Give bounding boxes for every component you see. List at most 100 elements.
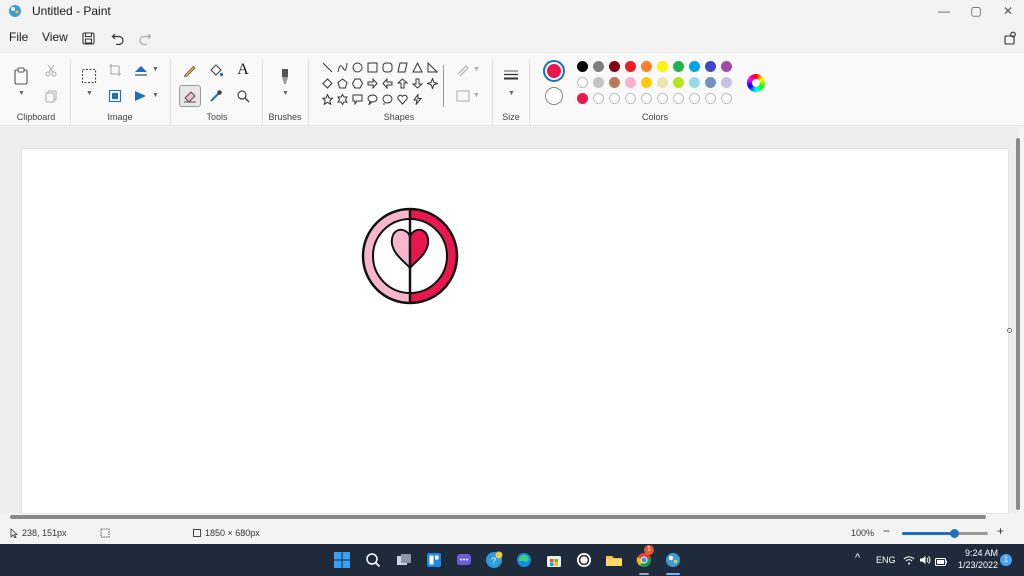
fill-icon[interactable] xyxy=(205,59,227,81)
palette-swatch[interactable] xyxy=(577,61,588,72)
palette-swatch[interactable] xyxy=(673,77,684,88)
palette-swatch[interactable] xyxy=(673,93,684,104)
palette-swatch[interactable] xyxy=(641,61,652,72)
brush-icon[interactable] xyxy=(274,65,296,87)
maximize-button[interactable]: ▢ xyxy=(960,0,992,22)
palette-swatch[interactable] xyxy=(609,61,620,72)
rect-callout-shape-icon[interactable] xyxy=(350,92,365,107)
start-button-icon[interactable] xyxy=(332,550,352,570)
palette-swatch[interactable] xyxy=(657,77,668,88)
five-point-star-shape-icon[interactable] xyxy=(320,92,335,107)
pencil-icon[interactable] xyxy=(179,59,201,81)
secondary-color-swatch[interactable] xyxy=(545,87,563,105)
chat-icon[interactable] xyxy=(454,550,474,570)
notification-count-badge[interactable]: 1 xyxy=(1000,554,1012,566)
shape-fill-icon[interactable] xyxy=(452,85,474,107)
up-arrow-shape-icon[interactable] xyxy=(395,76,410,91)
resize-icon[interactable] xyxy=(104,85,126,107)
share-icon[interactable] xyxy=(1000,28,1020,48)
chrome-browser-icon[interactable]: 1 xyxy=(634,545,654,570)
wifi-icon[interactable] xyxy=(903,554,915,568)
palette-swatch[interactable] xyxy=(593,77,604,88)
language-indicator[interactable]: ENG xyxy=(876,555,896,565)
palette-swatch[interactable] xyxy=(593,93,604,104)
save-icon[interactable] xyxy=(78,28,98,48)
palette-swatch[interactable] xyxy=(721,93,732,104)
brushes-chevron-icon[interactable]: ▼ xyxy=(282,90,289,97)
widgets-icon[interactable] xyxy=(424,550,444,570)
paste-chevron-icon[interactable]: ▼ xyxy=(18,90,25,97)
down-arrow-shape-icon[interactable] xyxy=(410,76,425,91)
palette-swatch[interactable] xyxy=(657,93,668,104)
text-tool-icon[interactable]: A xyxy=(232,59,254,81)
crop-icon[interactable] xyxy=(104,59,126,81)
paste-icon[interactable] xyxy=(10,65,32,87)
outline-icon[interactable] xyxy=(452,59,474,81)
oval-callout-shape-icon[interactable] xyxy=(365,92,380,107)
volume-icon[interactable] xyxy=(919,554,931,568)
palette-swatch[interactable] xyxy=(609,77,620,88)
palette-swatch[interactable] xyxy=(689,93,700,104)
redo-icon[interactable] xyxy=(135,28,155,48)
zoom-out-icon[interactable]: − xyxy=(883,524,890,538)
edge-browser-icon[interactable] xyxy=(514,550,534,570)
polygon-shape-icon[interactable] xyxy=(395,60,410,75)
app-circle-icon[interactable] xyxy=(574,550,594,570)
diamond-shape-icon[interactable] xyxy=(320,76,335,91)
zoom-slider[interactable] xyxy=(902,529,988,538)
palette-swatch[interactable] xyxy=(641,77,652,88)
palette-swatch[interactable] xyxy=(577,77,588,88)
palette-swatch[interactable] xyxy=(625,77,636,88)
edit-colors-icon[interactable] xyxy=(747,74,765,92)
cut-icon[interactable] xyxy=(40,59,62,81)
battery-icon[interactable] xyxy=(935,555,947,569)
outline-chevron-icon[interactable]: ▼ xyxy=(473,66,480,73)
stroke-size-icon[interactable] xyxy=(500,65,522,87)
rectangle-shape-icon[interactable] xyxy=(365,60,380,75)
horizontal-scrollbar[interactable] xyxy=(10,515,986,519)
cloud-callout-shape-icon[interactable] xyxy=(380,92,395,107)
canvas-resize-handle[interactable] xyxy=(1007,328,1012,333)
rotate-chevron-icon[interactable]: ▼ xyxy=(152,66,159,73)
palette-swatch[interactable] xyxy=(625,93,636,104)
shape-fill-chevron-icon[interactable]: ▼ xyxy=(473,92,480,99)
get-help-icon[interactable]: ? xyxy=(484,550,504,570)
lightning-shape-icon[interactable] xyxy=(410,92,425,107)
right-arrow-shape-icon[interactable] xyxy=(365,76,380,91)
palette-swatch[interactable] xyxy=(673,61,684,72)
heart-shape-icon[interactable] xyxy=(395,92,410,107)
palette-swatch[interactable] xyxy=(609,93,620,104)
palette-swatch[interactable] xyxy=(657,61,668,72)
drawing-canvas[interactable] xyxy=(22,149,1008,513)
zoom-slider-thumb[interactable] xyxy=(949,529,959,538)
palette-swatch[interactable] xyxy=(689,61,700,72)
palette-swatch[interactable] xyxy=(705,61,716,72)
undo-icon[interactable] xyxy=(108,28,128,48)
palette-swatch[interactable] xyxy=(705,77,716,88)
palette-swatch[interactable] xyxy=(593,61,604,72)
zoom-level[interactable]: 100% xyxy=(851,528,874,538)
rounded-rectangle-shape-icon[interactable] xyxy=(380,60,395,75)
rotate-icon[interactable] xyxy=(130,59,152,81)
view-menu[interactable]: View xyxy=(42,30,68,44)
palette-swatch[interactable] xyxy=(641,93,652,104)
flip-chevron-icon[interactable]: ▼ xyxy=(152,92,159,99)
minimize-button[interactable]: — xyxy=(928,0,960,22)
clock-time[interactable]: 9:24 AM xyxy=(958,548,998,558)
six-point-star-shape-icon[interactable] xyxy=(335,92,350,107)
curve-shape-icon[interactable] xyxy=(335,60,350,75)
palette-swatch[interactable] xyxy=(721,61,732,72)
zoom-in-icon[interactable]: + xyxy=(997,524,1004,538)
palette-swatch[interactable] xyxy=(577,93,588,104)
file-menu[interactable]: File xyxy=(9,30,28,44)
select-icon[interactable] xyxy=(78,65,100,87)
task-view-icon[interactable] xyxy=(394,550,414,570)
magnifier-icon[interactable] xyxy=(232,85,254,107)
file-explorer-icon[interactable] xyxy=(604,550,624,570)
search-icon[interactable] xyxy=(363,550,383,570)
right-triangle-shape-icon[interactable] xyxy=(425,60,440,75)
clock-date[interactable]: 1/23/2022 xyxy=(952,560,998,570)
palette-swatch[interactable] xyxy=(705,93,716,104)
color-picker-icon[interactable] xyxy=(205,85,227,107)
palette-swatch[interactable] xyxy=(625,61,636,72)
